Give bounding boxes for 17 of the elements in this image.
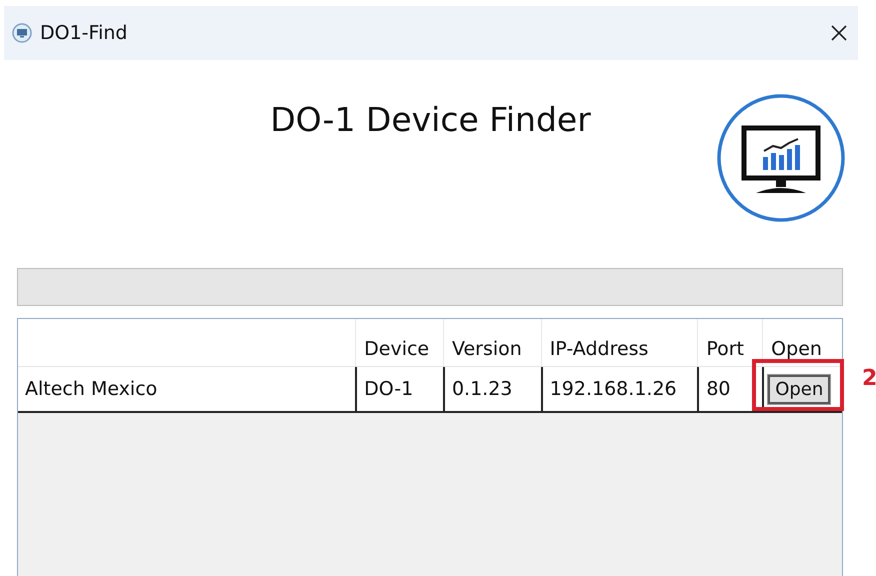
window-title: DO1-Find [40,22,128,44]
table-cell: 192.168.1.26 [550,378,677,400]
table-cell: Altech Mexico [25,378,158,400]
monitor-icon [12,23,32,43]
column-header: Open [771,338,822,360]
close-icon[interactable] [830,24,848,42]
table-cell: 80 [706,378,731,400]
column-header: Version [452,338,522,360]
heading: DO-1 Device Finder [270,100,591,139]
table-cell: DO-1 [364,378,414,400]
monitor-chart-icon [716,93,846,223]
open-button[interactable]: Open [768,374,830,404]
column-header: Port [706,338,744,360]
table-cell: 0.1.23 [452,378,512,400]
column-header: Device [364,338,430,360]
annotation-number: 2 [862,366,876,391]
column-header: IP-Address [550,338,648,360]
